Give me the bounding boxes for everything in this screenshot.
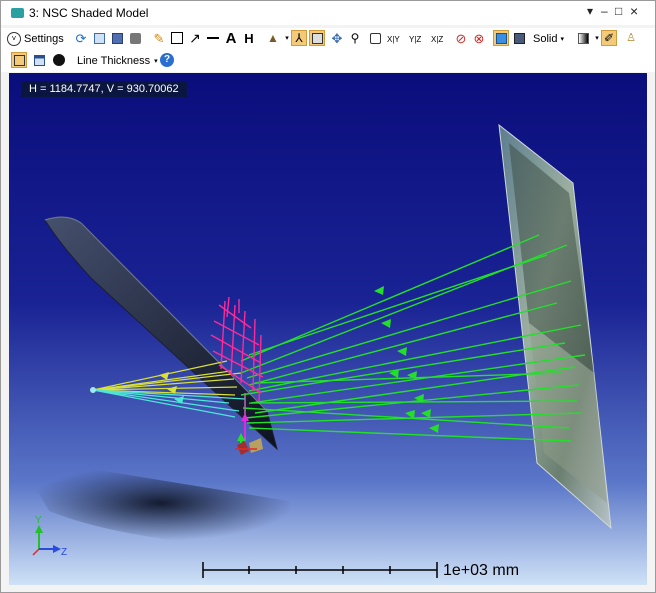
window-menu-button[interactable]: ▾: [587, 4, 593, 18]
rectangle-icon[interactable]: [169, 30, 185, 46]
zoom-icon[interactable]: ⚲: [347, 30, 363, 46]
render-mode-dropdown[interactable]: Solid ▾: [533, 30, 564, 48]
help-icon[interactable]: ?: [159, 52, 175, 68]
orientation-triad: [32, 525, 61, 556]
minimize-button[interactable]: –: [601, 4, 608, 18]
scene-render: Y Z: [27, 123, 612, 578]
dimension-icon[interactable]: H: [241, 30, 257, 46]
stop-icon[interactable]: ⊗: [471, 30, 487, 46]
yellow-ray-arrows: [159, 372, 177, 394]
scale-bar-label: 1e+03 mm: [443, 562, 520, 579]
app-icon: [11, 8, 24, 18]
settings-button[interactable]: ˅ Settings: [7, 30, 64, 48]
toolbar-secondary: Line Thickness ▾ ?: [1, 50, 655, 72]
pencil-icon[interactable]: ✎: [151, 30, 167, 46]
settings-label: Settings: [24, 33, 64, 45]
clear-icon[interactable]: ⊘: [453, 30, 469, 46]
window-icon[interactable]: [31, 52, 47, 68]
arrow-icon[interactable]: ↗: [187, 30, 203, 46]
scale-bar: [202, 562, 438, 578]
nsc-shaded-model-window: 3: NSC Shaded Model ▾ – □ × ˅ Settings ⟳…: [0, 0, 656, 593]
fit-icon[interactable]: [11, 52, 27, 68]
view-xz-button[interactable]: X|Z: [431, 30, 443, 48]
pin-icon[interactable]: ✐: [601, 30, 617, 46]
cube-icon[interactable]: [493, 30, 509, 46]
toolbar-main: ˅ Settings ⟳ ✎ ↗ A H ▲ ▾ ⅄ ✥ ⚲ X|Y Y|Z X…: [1, 28, 655, 50]
zoom-rectangle-icon[interactable]: [309, 30, 325, 46]
line-thickness-dropdown[interactable]: Line Thickness ▾: [77, 52, 158, 70]
focal-point: [90, 387, 96, 393]
refresh-icon[interactable]: ⟳: [73, 30, 89, 46]
maximize-button[interactable]: □: [615, 4, 622, 18]
save-icon[interactable]: [109, 30, 125, 46]
view-yz-button[interactable]: Y|Z: [409, 30, 421, 48]
close-button[interactable]: ×: [630, 3, 638, 19]
pan-icon[interactable]: ✥: [329, 30, 345, 46]
mirror-shadow: [27, 465, 294, 541]
view-xy-button[interactable]: X|Y: [387, 30, 400, 48]
axis-y-label: Y: [35, 515, 42, 526]
axes-icon[interactable]: ⅄: [291, 30, 307, 46]
axis-z-label: Z: [61, 547, 67, 558]
render-mode-label: Solid: [533, 33, 558, 45]
copy-icon[interactable]: [91, 30, 107, 46]
lock-icon[interactable]: ♙: [623, 30, 639, 46]
window-title: 3: NSC Shaded Model: [29, 6, 149, 20]
coordinate-readout: H = 1184.7747, V = 930.70062: [21, 81, 187, 97]
3d-viewport[interactable]: Y Z H = 1184.7747, V = 930.70062 1e+03 m…: [9, 73, 647, 585]
mirror-surface: [44, 216, 278, 451]
line-thickness-label: Line Thickness: [77, 55, 151, 67]
title-bar: 3: NSC Shaded Model ▾ – □ ×: [1, 1, 655, 25]
print-icon[interactable]: [127, 30, 143, 46]
settings-chevron-icon: ˅: [7, 32, 21, 46]
power-icon[interactable]: [51, 52, 67, 68]
text-icon[interactable]: A: [223, 30, 239, 46]
reset-view-icon[interactable]: [367, 30, 383, 46]
stop-square-icon[interactable]: [511, 30, 527, 46]
line-icon[interactable]: [205, 30, 221, 46]
